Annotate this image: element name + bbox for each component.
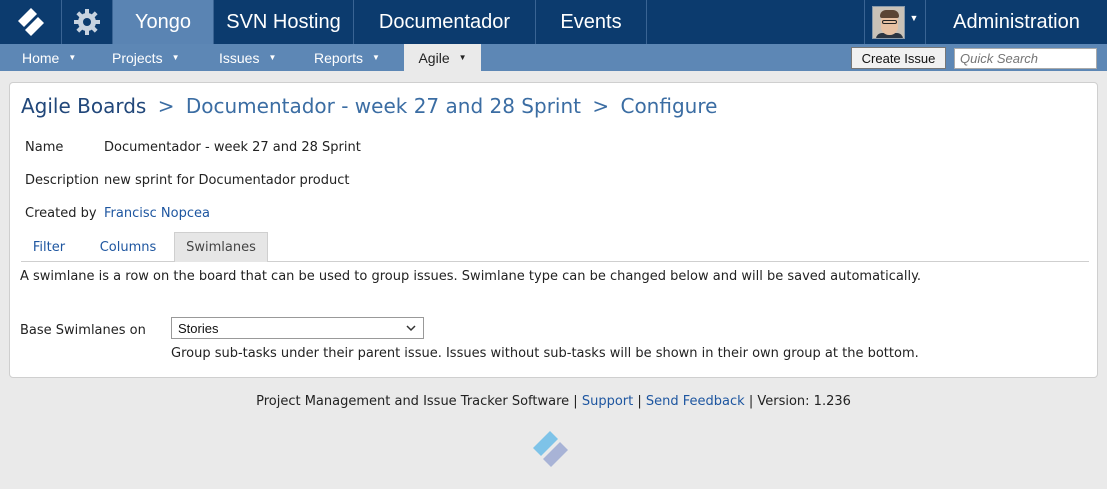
main-panel: Agile Boards > Documentador - week 27 an… [9, 82, 1098, 378]
tab-filter[interactable]: Filter [21, 232, 77, 262]
created-by-label: Created by [25, 206, 97, 221]
subnav-agile[interactable]: Agile ▼ [404, 44, 481, 71]
subnav-home[interactable]: Home ▼ [22, 44, 76, 71]
topnav-yongo[interactable]: Yongo [113, 0, 214, 44]
topnav-events[interactable]: Events [536, 0, 647, 44]
chevron-down-icon: ▼ [268, 53, 277, 62]
settings-gear-icon[interactable] [62, 0, 113, 44]
subnav-reports[interactable]: Reports ▼ [314, 44, 380, 71]
footer-support-link[interactable]: Support [582, 394, 633, 409]
swimlane-help-text: Group sub-tasks under their parent issue… [171, 346, 919, 361]
chevron-down-icon: ▼ [171, 53, 180, 62]
swimlane-intro: A swimlane is a row on the board that ca… [20, 269, 922, 284]
subnav-label: Reports [314, 49, 364, 66]
topnav-svn-hosting[interactable]: SVN Hosting [214, 0, 354, 44]
name-value: Documentador - week 27 and 28 Sprint [104, 140, 361, 155]
footer-logo-icon [533, 431, 568, 467]
subnav-label: Issues [219, 49, 260, 66]
tab-columns[interactable]: Columns [83, 232, 173, 262]
subnav-label: Home [22, 49, 60, 66]
tab-swimlanes[interactable]: Swimlanes [174, 232, 268, 262]
breadcrumb-agile-boards[interactable]: Agile Boards [21, 94, 146, 118]
create-issue-button[interactable]: Create Issue [851, 47, 946, 69]
base-swimlanes-label: Base Swimlanes on [20, 323, 146, 338]
breadcrumb-board[interactable]: Documentador - week 27 and 28 Sprint [186, 94, 581, 118]
footer-product: Project Management and Issue Tracker Sof… [256, 394, 570, 409]
created-by-link[interactable]: Francisc Nopcea [104, 206, 210, 221]
breadcrumb-separator: > [157, 94, 175, 118]
footer: Project Management and Issue Tracker Sof… [0, 394, 1107, 409]
chevron-down-icon[interactable]: ▼ [910, 13, 919, 23]
swimlane-type-value: Stories [178, 320, 219, 336]
chevron-down-icon: ▼ [68, 53, 77, 62]
top-navigation-bar: Yongo SVN Hosting Documentador Events ▼ … [0, 0, 1107, 44]
chevron-down-icon [406, 325, 416, 332]
config-tabs: Filter Columns Swimlanes [21, 232, 1089, 262]
name-label: Name [25, 140, 64, 155]
description-value: new sprint for Documentador product [104, 173, 350, 188]
footer-divider: | [573, 394, 578, 409]
subnav-issues[interactable]: Issues ▼ [219, 44, 276, 71]
chevron-down-icon: ▼ [458, 53, 467, 62]
footer-divider: | [637, 394, 642, 409]
breadcrumb: Agile Boards > Documentador - week 27 an… [21, 94, 717, 118]
avatar[interactable] [871, 5, 905, 39]
description-label: Description [25, 173, 100, 188]
topnav-documentador[interactable]: Documentador [354, 0, 536, 44]
footer-feedback-link[interactable]: Send Feedback [646, 394, 745, 409]
subnav-label: Agile [418, 49, 450, 66]
footer-version: Version: 1.236 [757, 394, 851, 409]
subnav-label: Projects [112, 49, 163, 66]
footer-divider: | [748, 394, 754, 409]
user-menu[interactable]: ▼ [865, 0, 926, 44]
logo-icon[interactable] [0, 0, 62, 44]
subnav-projects[interactable]: Projects ▼ [112, 44, 180, 71]
quick-search-input[interactable] [954, 48, 1097, 69]
topnav-spacer [647, 0, 865, 44]
breadcrumb-current: Configure [620, 94, 718, 118]
breadcrumb-separator: > [592, 94, 610, 118]
topnav-administration[interactable]: Administration [926, 0, 1107, 44]
swimlane-type-select[interactable]: Stories [171, 317, 424, 339]
chevron-down-icon: ▼ [372, 53, 380, 62]
